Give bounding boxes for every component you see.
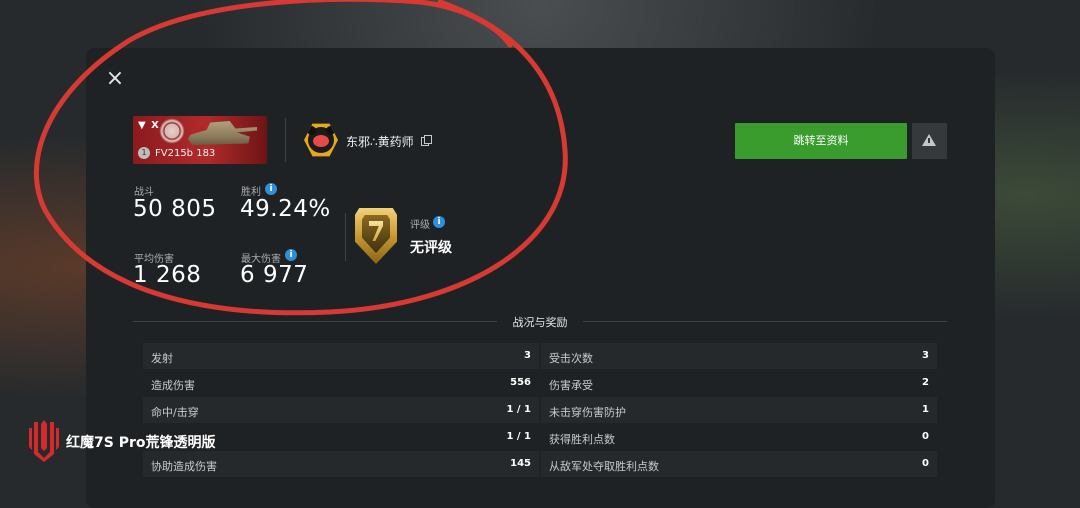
row-value: 3 [524,350,531,361]
player-name: 东邪∴黄药师 [346,135,414,149]
nation-emblem-icon [159,118,185,144]
stat-winrate-value: 49.24% [240,196,331,222]
stats-row: 伤害承受 2 [541,370,937,396]
row-value: 2 [922,377,929,388]
goto-profile-button[interactable]: 跳转至资料 [735,123,907,159]
row-value: 0 [922,458,929,469]
row-label: 未击穿伤害防护 [549,406,626,419]
tank-tier: ▼ X [138,120,160,131]
rating-value: 无评级 [410,240,452,256]
rating-divider [345,213,346,261]
tank-image [187,121,257,145]
stats-row: 协助造成伤害 145 [143,451,539,477]
redmagic-logo-icon [29,420,59,462]
row-value: 145 [510,458,531,469]
tank-name: FV215b 183 [155,148,216,159]
row-label: 伤害承受 [549,379,593,392]
row-label: 从敌军处夺取胜利点数 [549,460,659,473]
stats-row: 受击次数 3 [541,343,937,369]
stat-avg-damage-value: 1 268 [133,262,202,288]
stats-row: 获得胜利点数 0 [541,424,937,450]
stat-max-damage-value: 6 977 [240,262,309,288]
stats-row: 造成伤害 556 [143,370,539,396]
row-value: 1 / 1 [506,404,531,415]
stats-row: 未击穿伤害防护 1 [541,397,937,423]
row-value: 1 / 1 [506,431,531,442]
row-label: 受击次数 [549,352,593,365]
report-button[interactable] [912,123,947,159]
tank-type-icon: 1 [138,147,150,159]
section-title: 战况与奖励 [512,316,568,329]
header-divider [285,118,286,162]
rating-badge-icon [355,208,397,264]
copy-icon[interactable] [421,135,432,146]
stats-row: 命中/击穿 1 / 1 [143,397,539,423]
row-label: 发射 [151,352,173,365]
row-value: 0 [922,431,929,442]
winrate-info-icon[interactable]: i [265,183,277,195]
row-value: 1 [922,404,929,415]
avatar-mouth [313,135,329,147]
stats-row: 发射 3 [143,343,539,369]
max-damage-info-icon[interactable]: i [285,249,297,261]
row-label: 协助造成伤害 [151,460,217,473]
close-icon[interactable]: × [104,68,126,90]
row-label: 获得胜利点数 [549,433,615,446]
rating-label: 评级 [410,220,430,231]
stats-row: 从敌军处夺取胜利点数 0 [541,451,937,477]
section-divider-left [133,321,497,322]
row-label: 造成伤害 [151,379,195,392]
row-label: 命中/击穿 [151,406,199,419]
tank-card[interactable]: ▼ X 1 FV215b 183 [133,116,267,164]
watermark-text: 红魔7S Pro荒锋透明版 [66,435,216,451]
section-divider-right [583,321,947,322]
row-value: 3 [922,350,929,361]
rating-info-icon[interactable]: i [433,216,445,228]
row-value: 556 [510,377,531,388]
stat-battles-value: 50 805 [133,196,217,222]
